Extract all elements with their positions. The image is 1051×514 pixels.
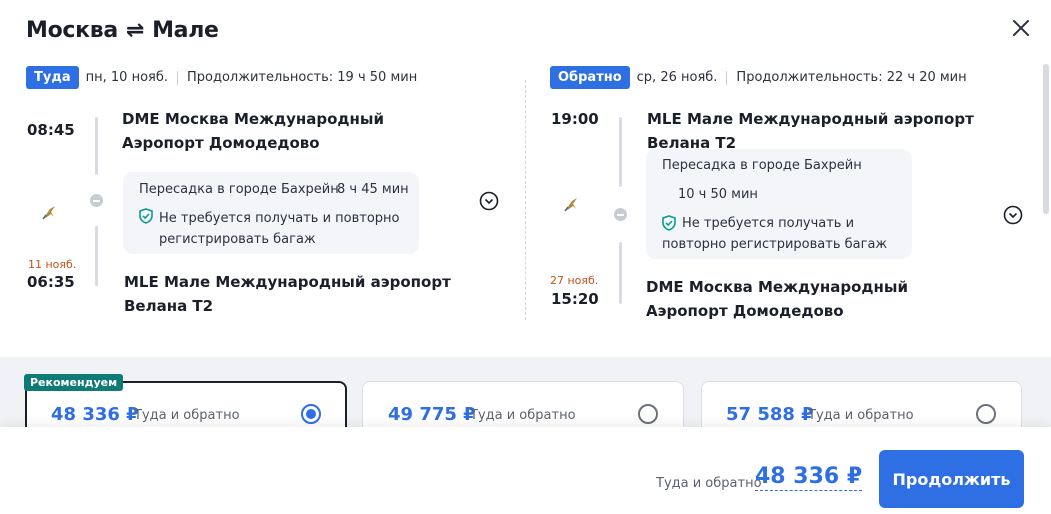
stop-marker-icon (90, 194, 103, 207)
origin-city: Москва (26, 18, 118, 43)
outbound-date: пн, 10 нояб. (85, 70, 168, 85)
fare-price: 57 588 ₽ (726, 404, 814, 425)
outbound-depart-airport: DME Москва Международный Аэропорт Домоде… (122, 110, 384, 152)
outbound-badge: Туда (26, 66, 79, 89)
fare-radio[interactable] (976, 404, 996, 424)
outbound-header: Туда пн, 10 нояб. Продолжительность: 19 … (26, 66, 417, 89)
transfer-duration: 10 ч 50 мин (678, 187, 758, 202)
destination-city: Мале (152, 18, 219, 43)
timeline-line (619, 117, 622, 187)
timeline-line (95, 117, 98, 175)
baggage-note: Не требуется получать и повторно регистр… (662, 216, 888, 252)
airline-logo-icon (562, 196, 580, 218)
header-separator (177, 70, 178, 85)
return-arrive-time: 15:20 (551, 290, 599, 308)
return-header: Обратно ср, 26 нояб. Продолжительность: … (550, 66, 967, 89)
recommended-badge: Рекомендуем (24, 374, 124, 391)
fare-price: 48 336 ₽ (51, 404, 139, 425)
outbound-arrive-date: 11 нояб. (28, 258, 77, 271)
header-separator (726, 70, 728, 85)
outbound-arrive-time: 06:35 (27, 273, 75, 291)
outbound-depart-time: 08:45 (27, 121, 75, 139)
transfer-city: Пересадка в городе Бахрейн (139, 182, 339, 197)
transfer-city: Пересадка в городе Бахрейн (662, 158, 862, 173)
chevron-down-icon[interactable] (479, 191, 499, 211)
return-arrive-date: 27 нояб. (550, 274, 599, 287)
fare-radio[interactable] (638, 404, 658, 424)
return-depart-airport: MLE Мале Международный аэропорт Велана T… (647, 110, 974, 152)
return-badge: Обратно (550, 66, 630, 89)
airline-logo-icon (40, 204, 58, 226)
route-title: Москва ⇌ Мале (26, 18, 219, 43)
timeline-line (619, 242, 622, 304)
close-icon[interactable] (1009, 16, 1033, 40)
continue-button[interactable]: Продолжить (879, 450, 1024, 508)
fare-label: Туда и обратно (134, 408, 240, 423)
shield-icon (139, 208, 153, 231)
chevron-down-icon[interactable] (1003, 205, 1023, 225)
swap-arrows-icon: ⇌ (125, 18, 145, 43)
fare-radio-selected[interactable] (301, 404, 321, 424)
return-duration: Продолжительность: 22 ч 20 мин (736, 70, 967, 85)
total-label: Туда и обратно (656, 476, 762, 491)
return-depart-time: 19:00 (551, 110, 599, 128)
outbound-arrive-airport: MLE Мале Международный аэропорт Велана T… (124, 273, 451, 315)
outbound-duration: Продолжительность: 19 ч 50 мин (187, 70, 418, 85)
transfer-duration: 8 ч 45 мин (337, 182, 409, 197)
fare-price: 49 775 ₽ (388, 404, 476, 425)
return-date: ср, 26 нояб. (636, 70, 718, 85)
baggage-note: Не требуется получать и повторно регистр… (159, 211, 400, 247)
scrollbar[interactable] (1043, 64, 1049, 214)
timeline-line (95, 226, 98, 286)
return-arrive-airport: DME Москва Международный Аэропорт Домоде… (646, 278, 908, 320)
segment-divider (525, 80, 526, 320)
stop-marker-icon (614, 208, 627, 221)
return-transfer-card: Пересадка в городе Бахрейн 10 ч 50 мин Н… (646, 149, 912, 259)
total-price[interactable]: 48 336 ₽ (755, 464, 863, 491)
outbound-transfer-card: Пересадка в городе Бахрейн 8 ч 45 мин Не… (123, 172, 419, 254)
fare-label: Туда и обратно (808, 408, 914, 423)
fare-label: Туда и обратно (470, 408, 576, 423)
